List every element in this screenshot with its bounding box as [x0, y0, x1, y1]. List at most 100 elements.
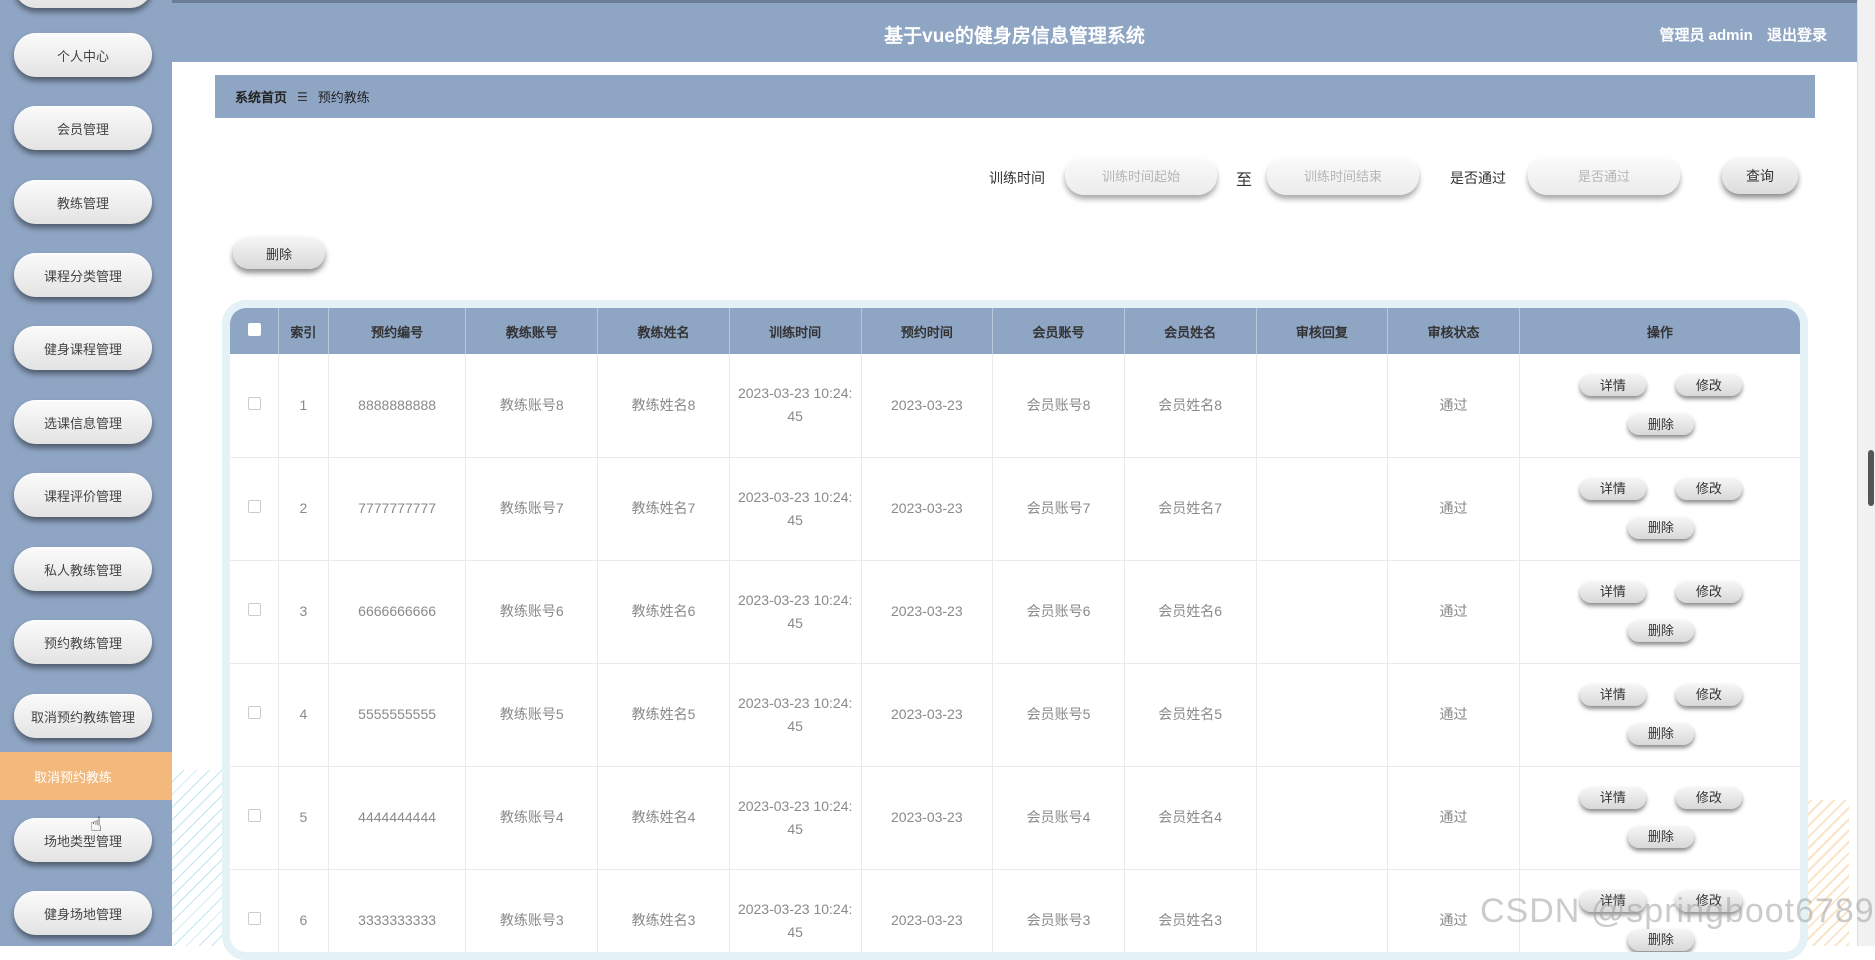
- row-index: 4: [278, 663, 329, 767]
- scrollbar-thumb[interactable]: [1868, 450, 1874, 506]
- row-checkbox[interactable]: [247, 809, 261, 822]
- sidebar-subitem-cancel-booking[interactable]: 取消预约教练: [0, 752, 172, 800]
- select-all-cell[interactable]: [230, 308, 280, 354]
- coach-account: 教练账号4: [465, 766, 599, 870]
- row-checkbox[interactable]: [247, 396, 261, 410]
- train-time-label: 训练时间: [989, 170, 1045, 186]
- coach-name: 教练姓名5: [597, 663, 730, 767]
- row-select-cell[interactable]: [230, 766, 280, 870]
- col-book-time: 预约时间: [861, 308, 994, 354]
- row-select-cell[interactable]: [230, 457, 280, 561]
- sidebar-item-fitness-course[interactable]: 健身课程管理: [14, 326, 152, 370]
- coach-account: 教练账号7: [465, 457, 599, 561]
- member-account: 会员账号6: [992, 560, 1125, 664]
- select-all-checkbox[interactable]: [247, 323, 261, 336]
- batch-delete-button[interactable]: 删除: [233, 237, 325, 269]
- table-row: 5 4444444444 教练账号4 教练姓名4 2023-03-23 10:24:45…: [230, 766, 1800, 870]
- row-actions: 详情 修改删除: [1519, 354, 1800, 458]
- review-status: 通过: [1387, 766, 1520, 870]
- delete-button[interactable]: 删除: [1627, 619, 1694, 642]
- page-title: 基于vue的健身房信息管理系统: [884, 26, 1145, 47]
- edit-button[interactable]: 修改: [1675, 374, 1742, 396]
- booking-code: 7777777777: [328, 457, 467, 561]
- col-actions: 操作: [1519, 308, 1800, 354]
- edit-button[interactable]: 修改: [1675, 477, 1742, 500]
- review-reply: [1256, 560, 1389, 664]
- coach-name: 教练姓名4: [597, 766, 730, 870]
- review-reply: [1256, 457, 1389, 561]
- train-time-start-input[interactable]: [1065, 157, 1217, 195]
- sidebar-item-venue-type[interactable]: 场地类型管理: [14, 818, 152, 862]
- delete-button[interactable]: 删除: [1627, 928, 1694, 951]
- member-account: 会员账号7: [992, 457, 1125, 561]
- coach-account: 教练账号8: [465, 354, 599, 458]
- detail-button[interactable]: 详情: [1579, 580, 1646, 603]
- detail-button[interactable]: 详情: [1579, 477, 1646, 500]
- train-time: 2023-03-23 10:24:45: [729, 457, 862, 561]
- row-checkbox[interactable]: [247, 912, 261, 925]
- train-time-end-input[interactable]: [1267, 157, 1419, 195]
- row-index: 3: [278, 560, 329, 664]
- row-actions: 详情 修改删除: [1519, 766, 1800, 870]
- row-select-cell[interactable]: [230, 354, 280, 458]
- review-status: 通过: [1387, 354, 1520, 458]
- member-account: 会员账号4: [992, 766, 1125, 870]
- sidebar-item-hidden-top[interactable]: [14, 0, 152, 8]
- pointer-hand-icon: ☝: [90, 814, 103, 836]
- review-status: 通过: [1387, 560, 1520, 664]
- row-select-cell[interactable]: [230, 663, 280, 767]
- edit-button[interactable]: 修改: [1675, 786, 1742, 809]
- data-table-container: 索引 预约编号 教练账号 教练姓名 训练时间 预约时间 会员账号 会员姓名 审核…: [222, 300, 1808, 960]
- row-checkbox[interactable]: [247, 706, 261, 719]
- delete-button[interactable]: 删除: [1627, 825, 1694, 848]
- coach-account: 教练账号5: [465, 663, 599, 767]
- query-button[interactable]: 查询: [1722, 158, 1798, 194]
- delete-button[interactable]: 删除: [1627, 516, 1694, 539]
- pass-status-select[interactable]: [1528, 157, 1680, 195]
- detail-button[interactable]: 详情: [1579, 683, 1646, 706]
- sidebar-item-fitness-venue[interactable]: 健身场地管理: [14, 891, 152, 935]
- row-checkbox[interactable]: [247, 500, 261, 513]
- sidebar-item-coach-management[interactable]: 教练管理: [14, 180, 152, 224]
- coach-name: 教练姓名6: [597, 560, 730, 664]
- col-review-reply: 审核回复: [1256, 308, 1389, 354]
- row-checkbox[interactable]: [247, 603, 261, 616]
- breadcrumb-home[interactable]: 系统首页: [235, 87, 287, 106]
- row-actions: 详情 修改删除: [1519, 560, 1800, 664]
- coach-account: 教练账号6: [465, 560, 599, 664]
- edit-button[interactable]: 修改: [1675, 683, 1742, 706]
- delete-button[interactable]: 删除: [1627, 413, 1694, 435]
- sidebar-item-course-category[interactable]: 课程分类管理: [14, 253, 152, 297]
- decorative-lines: [172, 770, 222, 946]
- sidebar-item-personal-center[interactable]: 个人中心: [14, 33, 152, 77]
- delete-button[interactable]: 删除: [1627, 722, 1694, 745]
- row-select-cell[interactable]: [230, 560, 280, 664]
- train-time: 2023-03-23 10:24:45: [729, 354, 862, 458]
- sidebar-item-course-selection[interactable]: 选课信息管理: [14, 400, 152, 444]
- member-account: 会员账号5: [992, 663, 1125, 767]
- sidebar-item-private-coach[interactable]: 私人教练管理: [14, 547, 152, 591]
- page-scrollbar[interactable]: [1857, 0, 1875, 946]
- sidebar-item-cancel-booking-management[interactable]: 取消预约教练管理: [14, 694, 152, 738]
- row-index: 5: [278, 766, 329, 870]
- col-train-time: 训练时间: [729, 308, 862, 354]
- logout-link[interactable]: 退出登录: [1767, 27, 1827, 44]
- sidebar-item-coach-booking[interactable]: 预约教练管理: [14, 620, 152, 664]
- book-time: 2023-03-23: [861, 766, 994, 870]
- review-status: 通过: [1387, 457, 1520, 561]
- top-header: 基于vue的健身房信息管理系统 管理员 admin 退出登录: [172, 0, 1857, 62]
- watermark: CSDN @springboot6789: [1480, 892, 1875, 930]
- edit-button[interactable]: 修改: [1675, 580, 1742, 603]
- detail-button[interactable]: 详情: [1579, 786, 1646, 809]
- review-reply: [1256, 766, 1389, 870]
- table-row: 3 6666666666 教练账号6 教练姓名6 2023-03-23 10:24:45…: [230, 560, 1800, 664]
- table-body: 1 8888888888 教练账号8 教练姓名8 2023-03-23 10:24:45…: [230, 354, 1800, 952]
- detail-button[interactable]: 详情: [1579, 374, 1646, 396]
- member-name: 会员姓名8: [1124, 354, 1257, 458]
- row-index: 6: [278, 869, 329, 952]
- row-select-cell[interactable]: [230, 869, 280, 952]
- sidebar-item-course-review[interactable]: 课程评价管理: [14, 473, 152, 517]
- table-row: 2 7777777777 教练账号7 教练姓名7 2023-03-23 10:24:45…: [230, 457, 1800, 561]
- sidebar-item-member-management[interactable]: 会员管理: [14, 106, 152, 150]
- member-name: 会员姓名3: [1124, 869, 1257, 952]
